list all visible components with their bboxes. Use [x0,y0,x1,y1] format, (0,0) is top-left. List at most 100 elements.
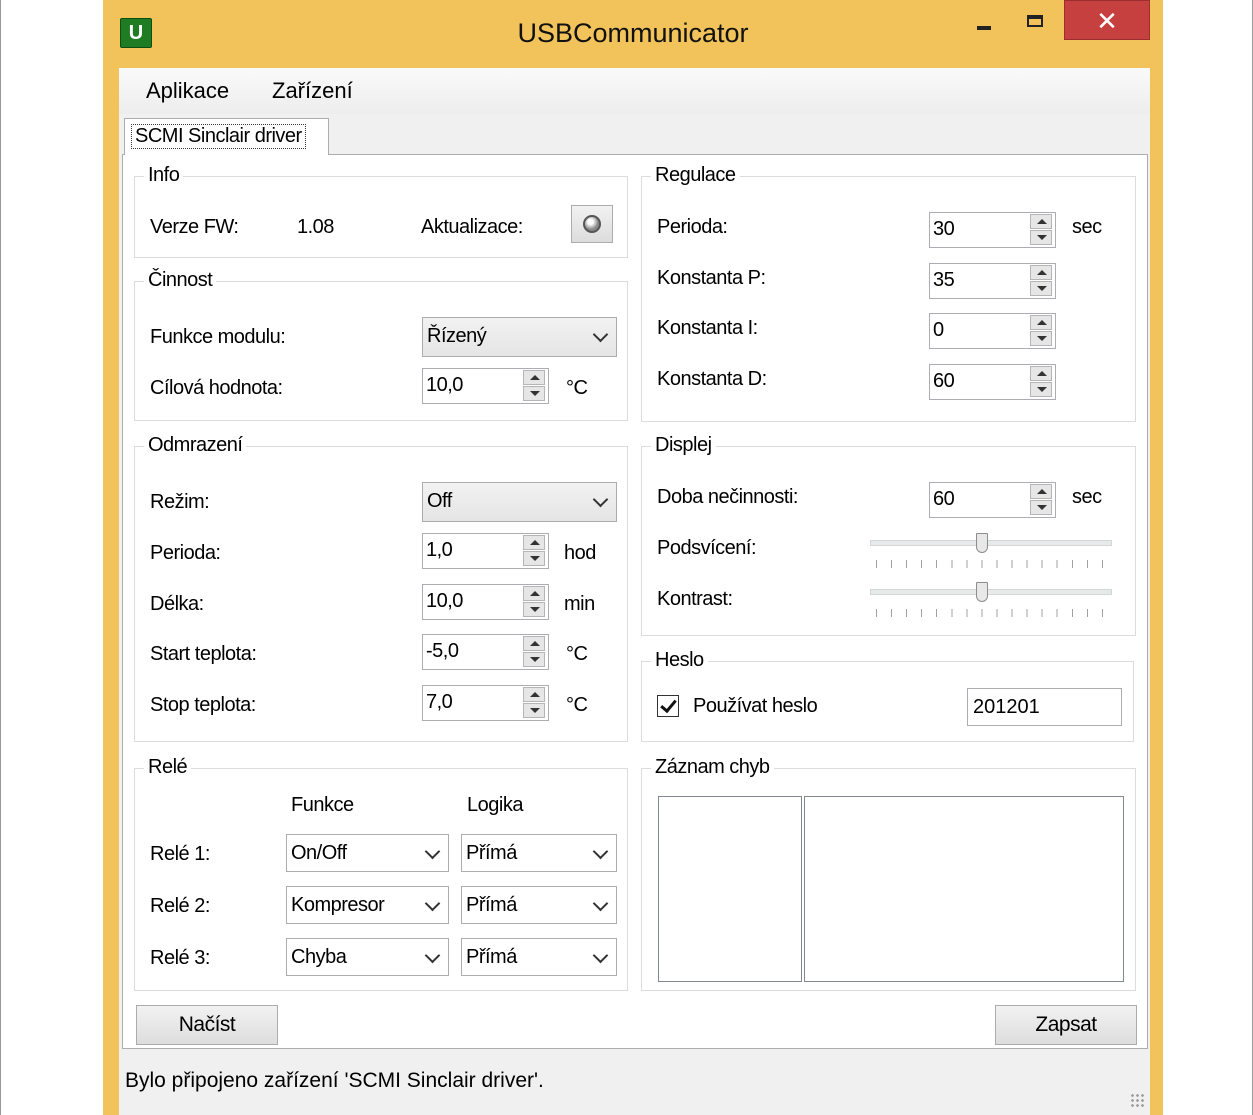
chevron-down-icon [424,843,441,860]
spin-up-icon[interactable] [1030,315,1052,330]
spin-down-icon[interactable] [523,652,545,667]
defrost-period-label: Perioda: [150,542,221,564]
rele-3-function-value: Chyba [291,946,347,968]
defrost-mode-select[interactable]: Off [422,482,617,522]
rele-1-logic-value: Přímá [466,842,517,864]
minimize-button[interactable] [961,0,1007,40]
spin-down-icon[interactable] [1030,230,1052,245]
backlight-label: Podsvícení: [657,537,757,559]
rele-3-logic-select[interactable]: Přímá [461,938,617,976]
chevron-down-icon [424,947,441,964]
spin-up-icon[interactable] [1030,265,1052,280]
defrost-period-unit: hod [564,542,596,564]
spin-up-icon[interactable] [523,535,545,550]
spin-down-icon[interactable] [523,551,545,566]
start-temp-unit: °C [566,643,588,665]
spin-up-icon[interactable] [523,687,545,702]
defrost-length-stepper[interactable]: 10,0 [422,584,549,620]
defrost-period-stepper[interactable]: 1,0 [422,533,549,569]
group-displej-legend: Displej [651,434,716,457]
stop-temp-value: 7,0 [426,691,453,713]
spin-buttons [523,535,547,567]
close-button[interactable]: ✕ [1064,0,1150,40]
title-bar[interactable]: U USBCommunicator ✕ [103,0,1163,68]
fw-version-value: 1.08 [297,216,334,238]
defrost-length-unit: min [564,593,595,615]
reg-period-value: 30 [933,218,955,240]
chevron-down-icon [592,947,609,964]
backlight-slider-thumb[interactable] [975,533,988,553]
spin-buttons [1030,484,1054,516]
idle-time-stepper[interactable]: 60 [929,482,1056,518]
chevron-down-icon [592,843,609,860]
const-i-stepper[interactable]: 0 [929,313,1056,349]
spin-buttons [523,687,547,719]
spin-down-icon[interactable] [1030,500,1052,515]
const-p-value: 35 [933,269,955,291]
const-p-stepper[interactable]: 35 [929,263,1056,299]
group-cinnost: Činnost Funkce modulu: Řízený Cílová hod… [134,269,628,421]
module-function-label: Funkce modulu: [150,326,286,348]
start-temp-stepper[interactable]: -5,0 [422,634,549,670]
spin-up-icon[interactable] [523,586,545,601]
stop-temp-stepper[interactable]: 7,0 [422,685,549,721]
tab-scmi-sinclair-driver[interactable]: SCMI Sinclair driver [124,118,329,155]
idle-time-unit: sec [1072,486,1102,508]
rele-column-logic: Logika [467,794,523,816]
spin-up-icon[interactable] [1030,484,1052,499]
rele-1-function-select[interactable]: On/Off [286,834,449,872]
spin-down-icon[interactable] [523,703,545,718]
load-button[interactable]: Načíst [136,1005,278,1045]
use-password-checkbox[interactable] [657,695,679,717]
spin-down-icon[interactable] [523,386,545,401]
contrast-slider-ticks [876,609,1106,617]
defrost-mode-label: Režim: [150,491,210,513]
spin-down-icon[interactable] [1030,331,1052,346]
defrost-length-label: Délka: [150,593,204,615]
use-password-label[interactable]: Používat heslo [693,695,818,718]
spin-up-icon[interactable] [523,370,545,385]
error-log-list[interactable] [658,796,802,982]
reg-period-unit: sec [1072,216,1102,238]
rele-3-function-select[interactable]: Chyba [286,938,449,976]
rele-2-logic-select[interactable]: Přímá [461,886,617,924]
group-regulace-legend: Regulace [651,164,740,187]
fw-version-label: Verze FW: [150,216,239,238]
resize-grip-icon[interactable] [1130,1093,1144,1107]
maximize-button[interactable] [1013,0,1059,40]
spin-buttons [1030,366,1054,398]
tab-page: Info Verze FW: 1.08 Aktualizace: Činnost… [122,154,1148,1049]
rele-3-logic-value: Přímá [466,946,517,968]
defrost-mode-value: Off [427,490,452,512]
rele-1-logic-select[interactable]: Přímá [461,834,617,872]
group-error-log: Záznam chyb [641,756,1136,991]
spin-down-icon[interactable] [1030,382,1052,397]
target-value-stepper[interactable]: 10,0 [422,368,549,404]
const-d-stepper[interactable]: 60 [929,364,1056,400]
contrast-slider-track[interactable] [870,589,1112,595]
error-log-detail[interactable] [804,796,1124,982]
spin-up-icon[interactable] [1030,214,1052,229]
backlight-slider-track[interactable] [870,540,1112,546]
reg-period-label: Perioda: [657,216,728,238]
reg-period-stepper[interactable]: 30 [929,212,1056,248]
rele-1-function-value: On/Off [291,842,347,864]
contrast-slider-thumb[interactable] [975,582,988,602]
spin-up-icon[interactable] [1030,366,1052,381]
chevron-down-icon [424,895,441,912]
password-field[interactable]: 201201 [967,688,1122,726]
write-button[interactable]: Zapsat [995,1005,1137,1045]
spin-down-icon[interactable] [1030,281,1052,296]
backlight-slider-ticks [876,560,1106,568]
module-function-select[interactable]: Řízený [422,317,617,357]
spin-down-icon[interactable] [523,602,545,617]
chevron-down-icon [592,895,609,912]
target-value-label: Cílová hodnota: [150,377,283,399]
menu-item-aplikace[interactable]: Aplikace [136,76,239,106]
rele-2-function-select[interactable]: Kompresor [286,886,449,924]
update-button[interactable] [571,205,613,243]
defrost-length-value: 10,0 [426,590,463,612]
stop-temp-label: Stop teplota: [150,694,256,716]
menu-item-zarizeni[interactable]: Zařízení [262,76,363,106]
spin-up-icon[interactable] [523,636,545,651]
